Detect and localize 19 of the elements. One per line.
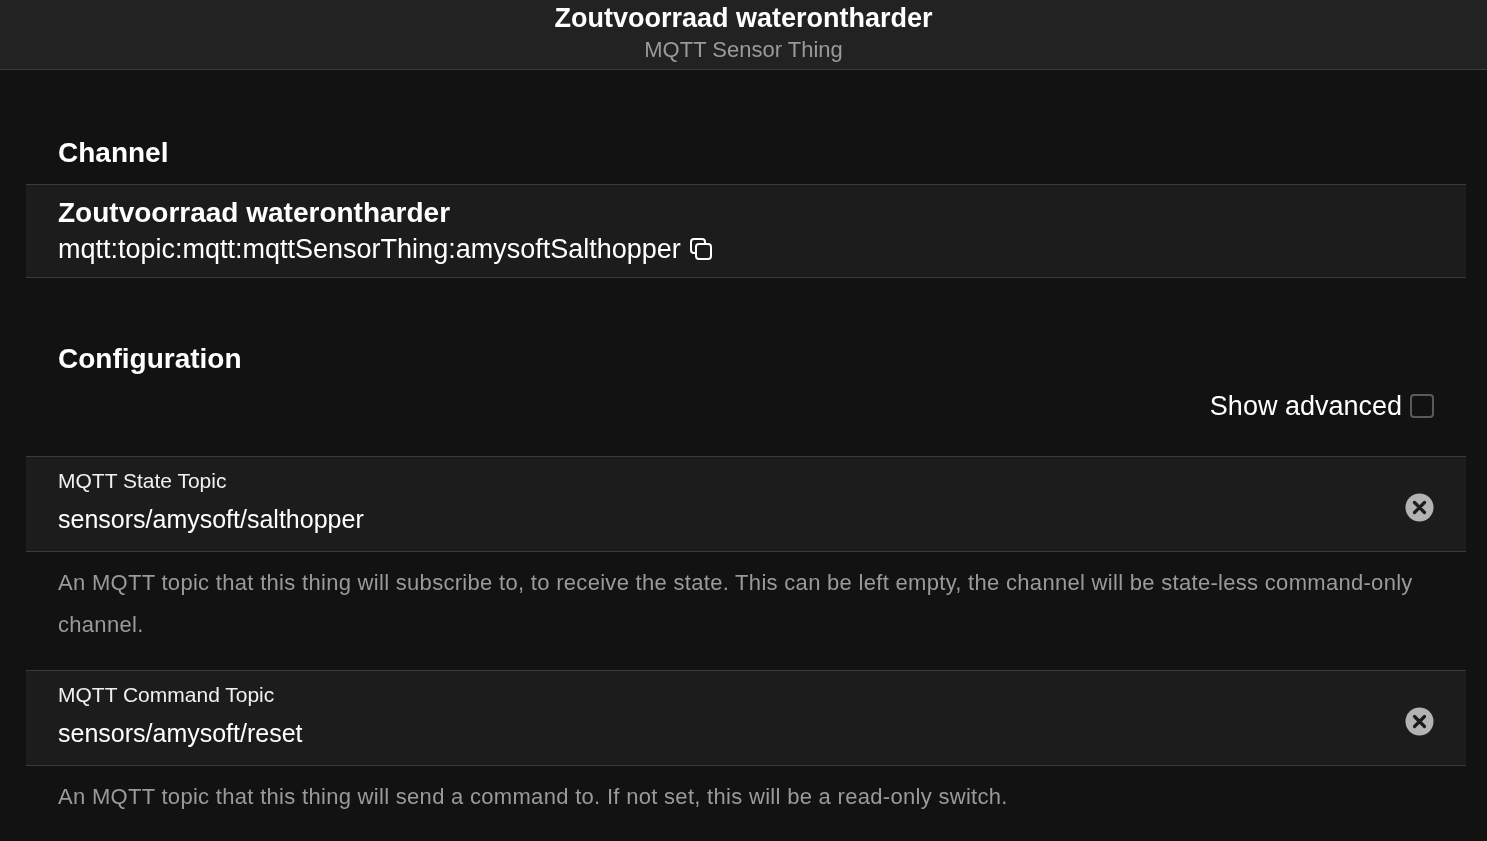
section-heading: Configuration (57, 342, 243, 376)
clear-icon[interactable] (1405, 492, 1434, 522)
checkbox-label: Show advanced (1209, 390, 1402, 422)
field-description: An MQTT topic that this thing will send a command to. If not set, this will be a read-only switch. (57, 783, 1009, 811)
field-description: An MQTT topic that this thing will subscribe to, to receive the state. This can be left empty, the channel will be state-less command-only channel. (57, 569, 1414, 639)
channel-uid: mqtt:topic:mqtt:mqttSensorThing:amysoftSalthopper (58, 233, 681, 266)
text-field[interactable]: MQTT Command Topic sensors/amysoft/reset (26, 670, 1466, 766)
text-field[interactable]: MQTT State Topic sensors/amysoft/salthopper (26, 456, 1466, 552)
copy-icon[interactable] (688, 237, 713, 261)
page-title: Zoutvoorraad waterontharder (554, 2, 933, 34)
input-field[interactable]: sensors/amysoft/reset (58, 715, 1405, 751)
field-label: MQTT Command Topic (58, 682, 276, 708)
field-label: MQTT State Topic (58, 468, 228, 494)
input-field[interactable]: sensors/amysoft/salthopper (58, 501, 1405, 537)
section-heading: Channel (57, 136, 170, 170)
checkbox[interactable] (1410, 394, 1434, 418)
page-subtitle: MQTT Sensor Thing (644, 36, 843, 64)
channel-name: Zoutvoorraad waterontharder (58, 196, 452, 230)
clear-icon[interactable] (1405, 706, 1434, 736)
